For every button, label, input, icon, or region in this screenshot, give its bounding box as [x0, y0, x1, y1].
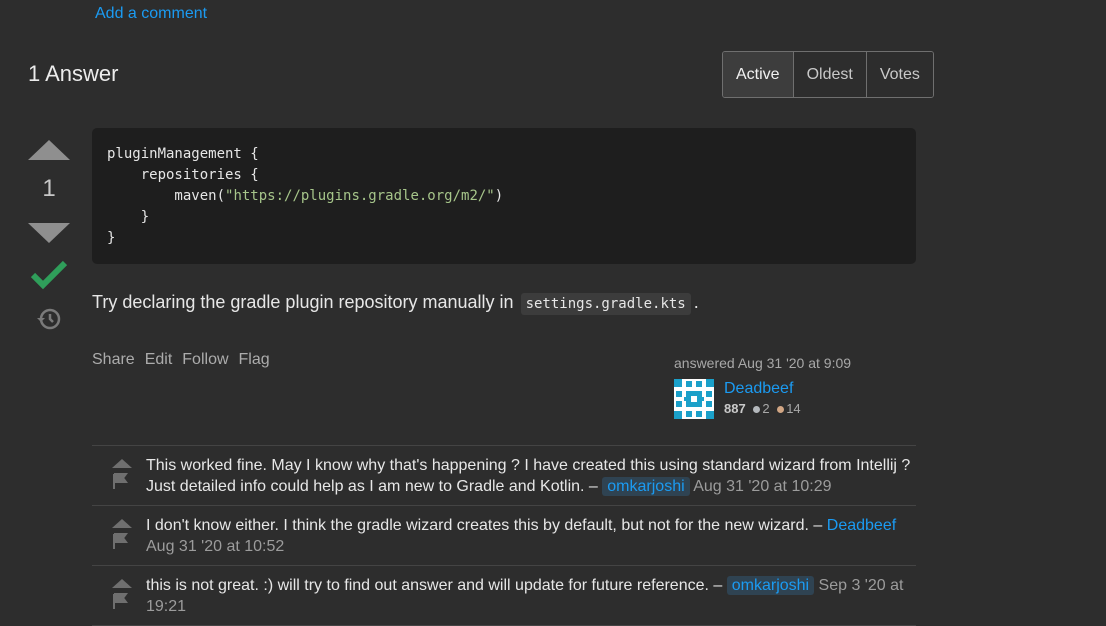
comment-upvote-icon[interactable]: [112, 579, 132, 588]
follow-link[interactable]: Follow: [182, 351, 228, 369]
downvote-arrow-icon[interactable]: [28, 223, 70, 243]
comment: I don't know either. I think the gradle …: [92, 506, 916, 566]
comment-user-link[interactable]: Deadbeef: [827, 517, 896, 534]
comment-date[interactable]: Aug 31 '20 at 10:29: [693, 478, 831, 495]
comment: this is not great. :) will try to find o…: [92, 566, 916, 626]
reputation-line: 887 2 14: [724, 401, 801, 416]
answers-count-heading: 1 Answer: [28, 61, 119, 86]
comment-date[interactable]: Aug 31 '20 at 10:52: [146, 538, 284, 555]
comment-text: I don't know either. I think the gradle …: [146, 517, 823, 534]
user-avatar[interactable]: [674, 379, 714, 419]
comment-text: this is not great. :) will try to find o…: [146, 577, 723, 594]
share-link[interactable]: Share: [92, 351, 135, 369]
inline-code: settings.gradle.kts: [520, 293, 691, 315]
answer-body-text: Try declaring the gradle plugin reposito…: [92, 292, 699, 315]
silver-badge-icon: [753, 405, 761, 413]
comment: This worked fine. May I know why that's …: [92, 446, 916, 506]
flag-icon[interactable]: [112, 533, 128, 549]
sort-oldest-button[interactable]: Oldest: [792, 52, 866, 97]
comment-user-link[interactable]: omkarjoshi: [602, 477, 690, 496]
comment-actions: [112, 579, 134, 615]
vote-count: 1: [42, 175, 56, 202]
sort-active-button[interactable]: Active: [723, 52, 793, 97]
edit-link[interactable]: Edit: [145, 351, 173, 369]
vote-cell: 1: [28, 140, 70, 337]
flag-link[interactable]: Flag: [239, 351, 270, 369]
history-icon[interactable]: [36, 306, 62, 332]
code-block: pluginManagement { repositories { maven(…: [92, 128, 916, 264]
comment-actions: [112, 519, 134, 555]
flag-icon[interactable]: [112, 593, 128, 609]
add-comment-link[interactable]: Add a comment: [95, 5, 207, 23]
reputation-score: 887: [724, 401, 746, 416]
user-card: answered Aug 31 '20 at 9:09 Deadbeef 887…: [674, 355, 914, 419]
comment-actions: [112, 459, 134, 495]
silver-badge-count: 2: [762, 401, 770, 416]
comment-upvote-icon[interactable]: [112, 459, 132, 468]
post-menu: Share Edit Follow Flag: [92, 351, 270, 369]
bronze-badge-icon: [777, 405, 785, 413]
upvote-arrow-icon[interactable]: [28, 140, 70, 160]
bronze-badge-count: 14: [786, 401, 801, 416]
flag-icon[interactable]: [112, 473, 128, 489]
comments-list: This worked fine. May I know why that's …: [92, 445, 916, 626]
user-name-link[interactable]: Deadbeef: [724, 380, 801, 398]
answered-timestamp: answered Aug 31 '20 at 9:09: [674, 355, 852, 371]
accepted-checkmark-icon: [30, 260, 68, 290]
user-details: Deadbeef 887 2 14: [724, 380, 801, 416]
comment-upvote-icon[interactable]: [112, 519, 132, 528]
sort-votes-button[interactable]: Votes: [865, 52, 933, 97]
comment-user-link[interactable]: omkarjoshi: [726, 576, 815, 595]
answer-sort-tabs: Active Oldest Votes: [722, 51, 934, 98]
